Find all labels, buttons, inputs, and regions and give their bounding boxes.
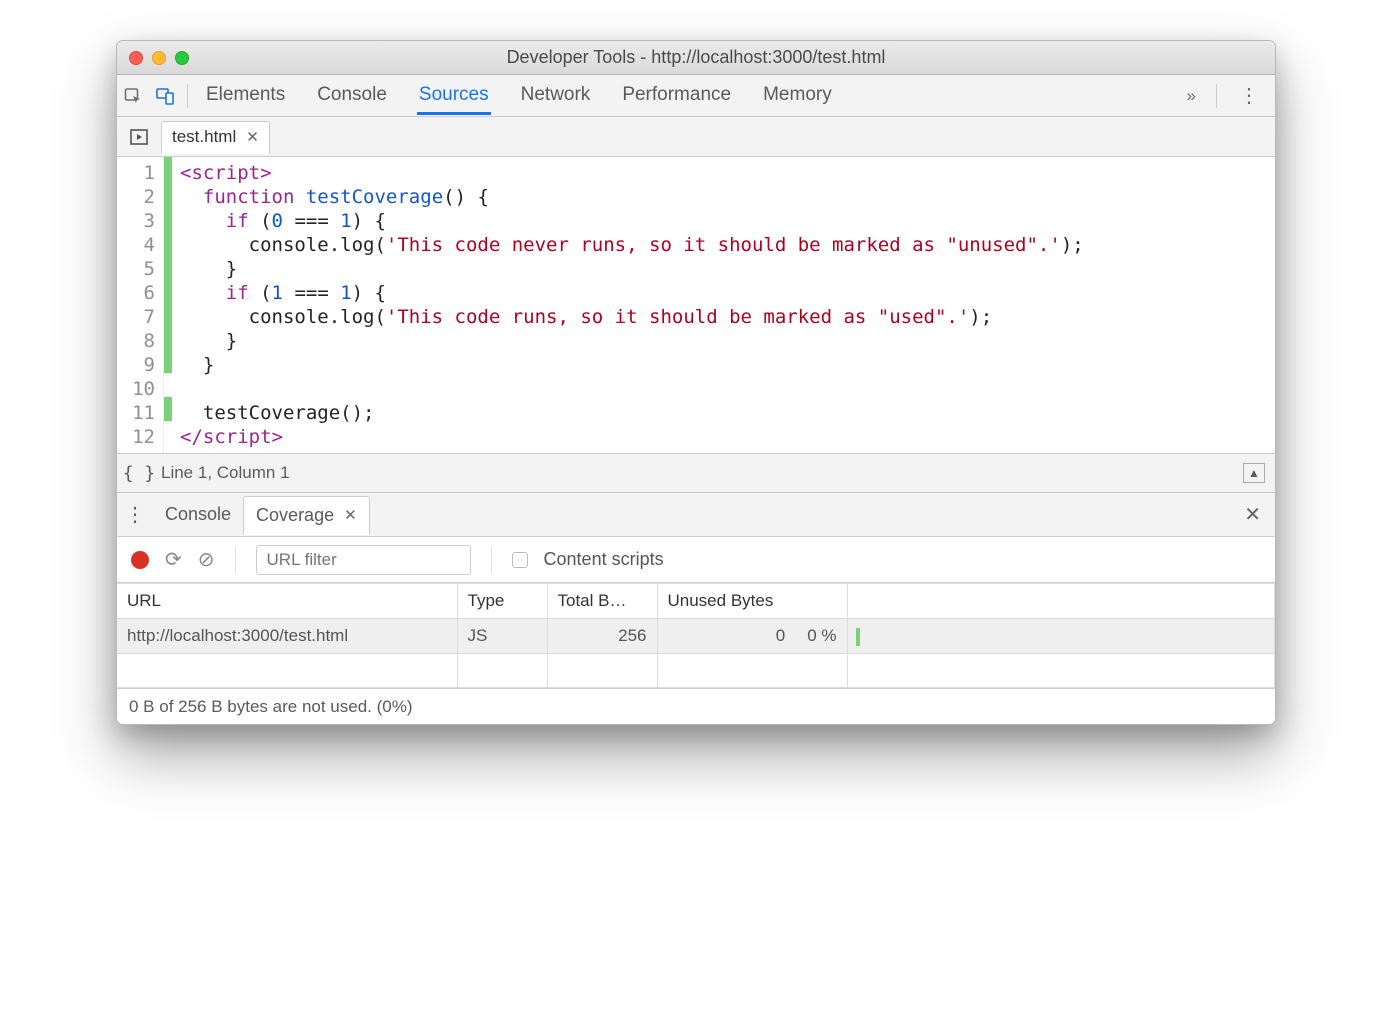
main-toolbar: Elements Console Sources Network Performance… (117, 75, 1275, 117)
usage-bar (856, 628, 860, 646)
reload-icon[interactable]: ⟳ (165, 547, 182, 572)
content-scripts-checkbox[interactable] (512, 552, 528, 568)
header-type[interactable]: Type (457, 584, 547, 619)
tab-sources[interactable]: Sources (417, 76, 491, 115)
overflow-icon[interactable]: » (1173, 86, 1210, 106)
drawer-menu-icon[interactable]: ⋮ (117, 502, 153, 527)
drawer-tabbar: ⋮ Console Coverage ✕ ✕ (117, 493, 1275, 537)
tab-performance[interactable]: Performance (620, 76, 733, 115)
close-icon[interactable] (129, 51, 143, 65)
coverage-footer: 0 B of 256 B bytes are not used. (0%) (117, 688, 1275, 724)
file-tab-bar: test.html ✕ (117, 117, 1275, 157)
table-row[interactable]: http://localhost:3000/test.htmlJS25600 % (117, 619, 1275, 654)
header-total-bytes[interactable]: Total B… (547, 584, 657, 619)
clear-icon[interactable]: ⊘ (198, 547, 215, 572)
cursor-position: Line 1, Column 1 (161, 463, 290, 483)
pretty-print-icon[interactable]: { } (117, 463, 161, 484)
drawer-close-icon[interactable]: ✕ (1244, 502, 1261, 527)
separator (491, 547, 492, 573)
devtools-window: Developer Tools - http://localhost:3000/… (116, 40, 1276, 725)
tab-memory[interactable]: Memory (761, 76, 834, 115)
editor-statusbar: { } Line 1, Column 1 ▲ (117, 453, 1275, 493)
minimize-icon[interactable] (152, 51, 166, 65)
device-toggle-icon[interactable] (149, 86, 181, 106)
show-navigator-icon[interactable] (117, 127, 161, 147)
zoom-icon[interactable] (175, 51, 189, 65)
drawer-tab-label: Coverage (256, 505, 334, 526)
table-row (117, 654, 1275, 688)
file-tab-test-html[interactable]: test.html ✕ (161, 121, 270, 154)
header-bar (847, 584, 1275, 619)
drawer-tab-console[interactable]: Console (153, 496, 243, 533)
separator (187, 84, 188, 108)
header-url[interactable]: URL (117, 584, 457, 619)
file-tab-label: test.html (172, 127, 236, 147)
separator (235, 547, 236, 573)
header-unused-bytes[interactable]: Unused Bytes (657, 584, 847, 619)
menu-icon[interactable]: ⋮ (1223, 83, 1275, 108)
coverage-table: URL Type Total B… Unused Bytes http://lo… (117, 583, 1275, 688)
separator (1216, 84, 1217, 108)
panel-tabs: Elements Console Sources Network Performance… (204, 76, 834, 115)
drawer-tab-coverage[interactable]: Coverage ✕ (243, 496, 370, 535)
table-header-row: URL Type Total B… Unused Bytes (117, 584, 1275, 619)
titlebar: Developer Tools - http://localhost:3000/… (117, 41, 1275, 75)
collapse-icon[interactable]: ▲ (1243, 463, 1265, 483)
coverage-gutter (164, 157, 172, 453)
code-area[interactable]: <script> function testCoverage() { if (0… (172, 157, 1275, 453)
url-filter-input[interactable] (256, 545, 471, 575)
tab-network[interactable]: Network (519, 76, 593, 115)
line-gutter: 123456789101112 (117, 157, 164, 453)
tab-elements[interactable]: Elements (204, 76, 287, 115)
tab-console[interactable]: Console (315, 76, 389, 115)
coverage-toolbar: ⟳ ⊘ Content scripts (117, 537, 1275, 583)
close-icon[interactable]: ✕ (344, 506, 357, 524)
record-icon[interactable] (131, 551, 149, 569)
source-editor[interactable]: 123456789101112 <script> function testCo… (117, 157, 1275, 453)
window-controls (129, 51, 189, 65)
close-icon[interactable]: ✕ (246, 128, 259, 146)
window-title: Developer Tools - http://localhost:3000/… (117, 47, 1275, 68)
content-scripts-label: Content scripts (544, 549, 664, 570)
inspect-icon[interactable] (117, 86, 149, 106)
